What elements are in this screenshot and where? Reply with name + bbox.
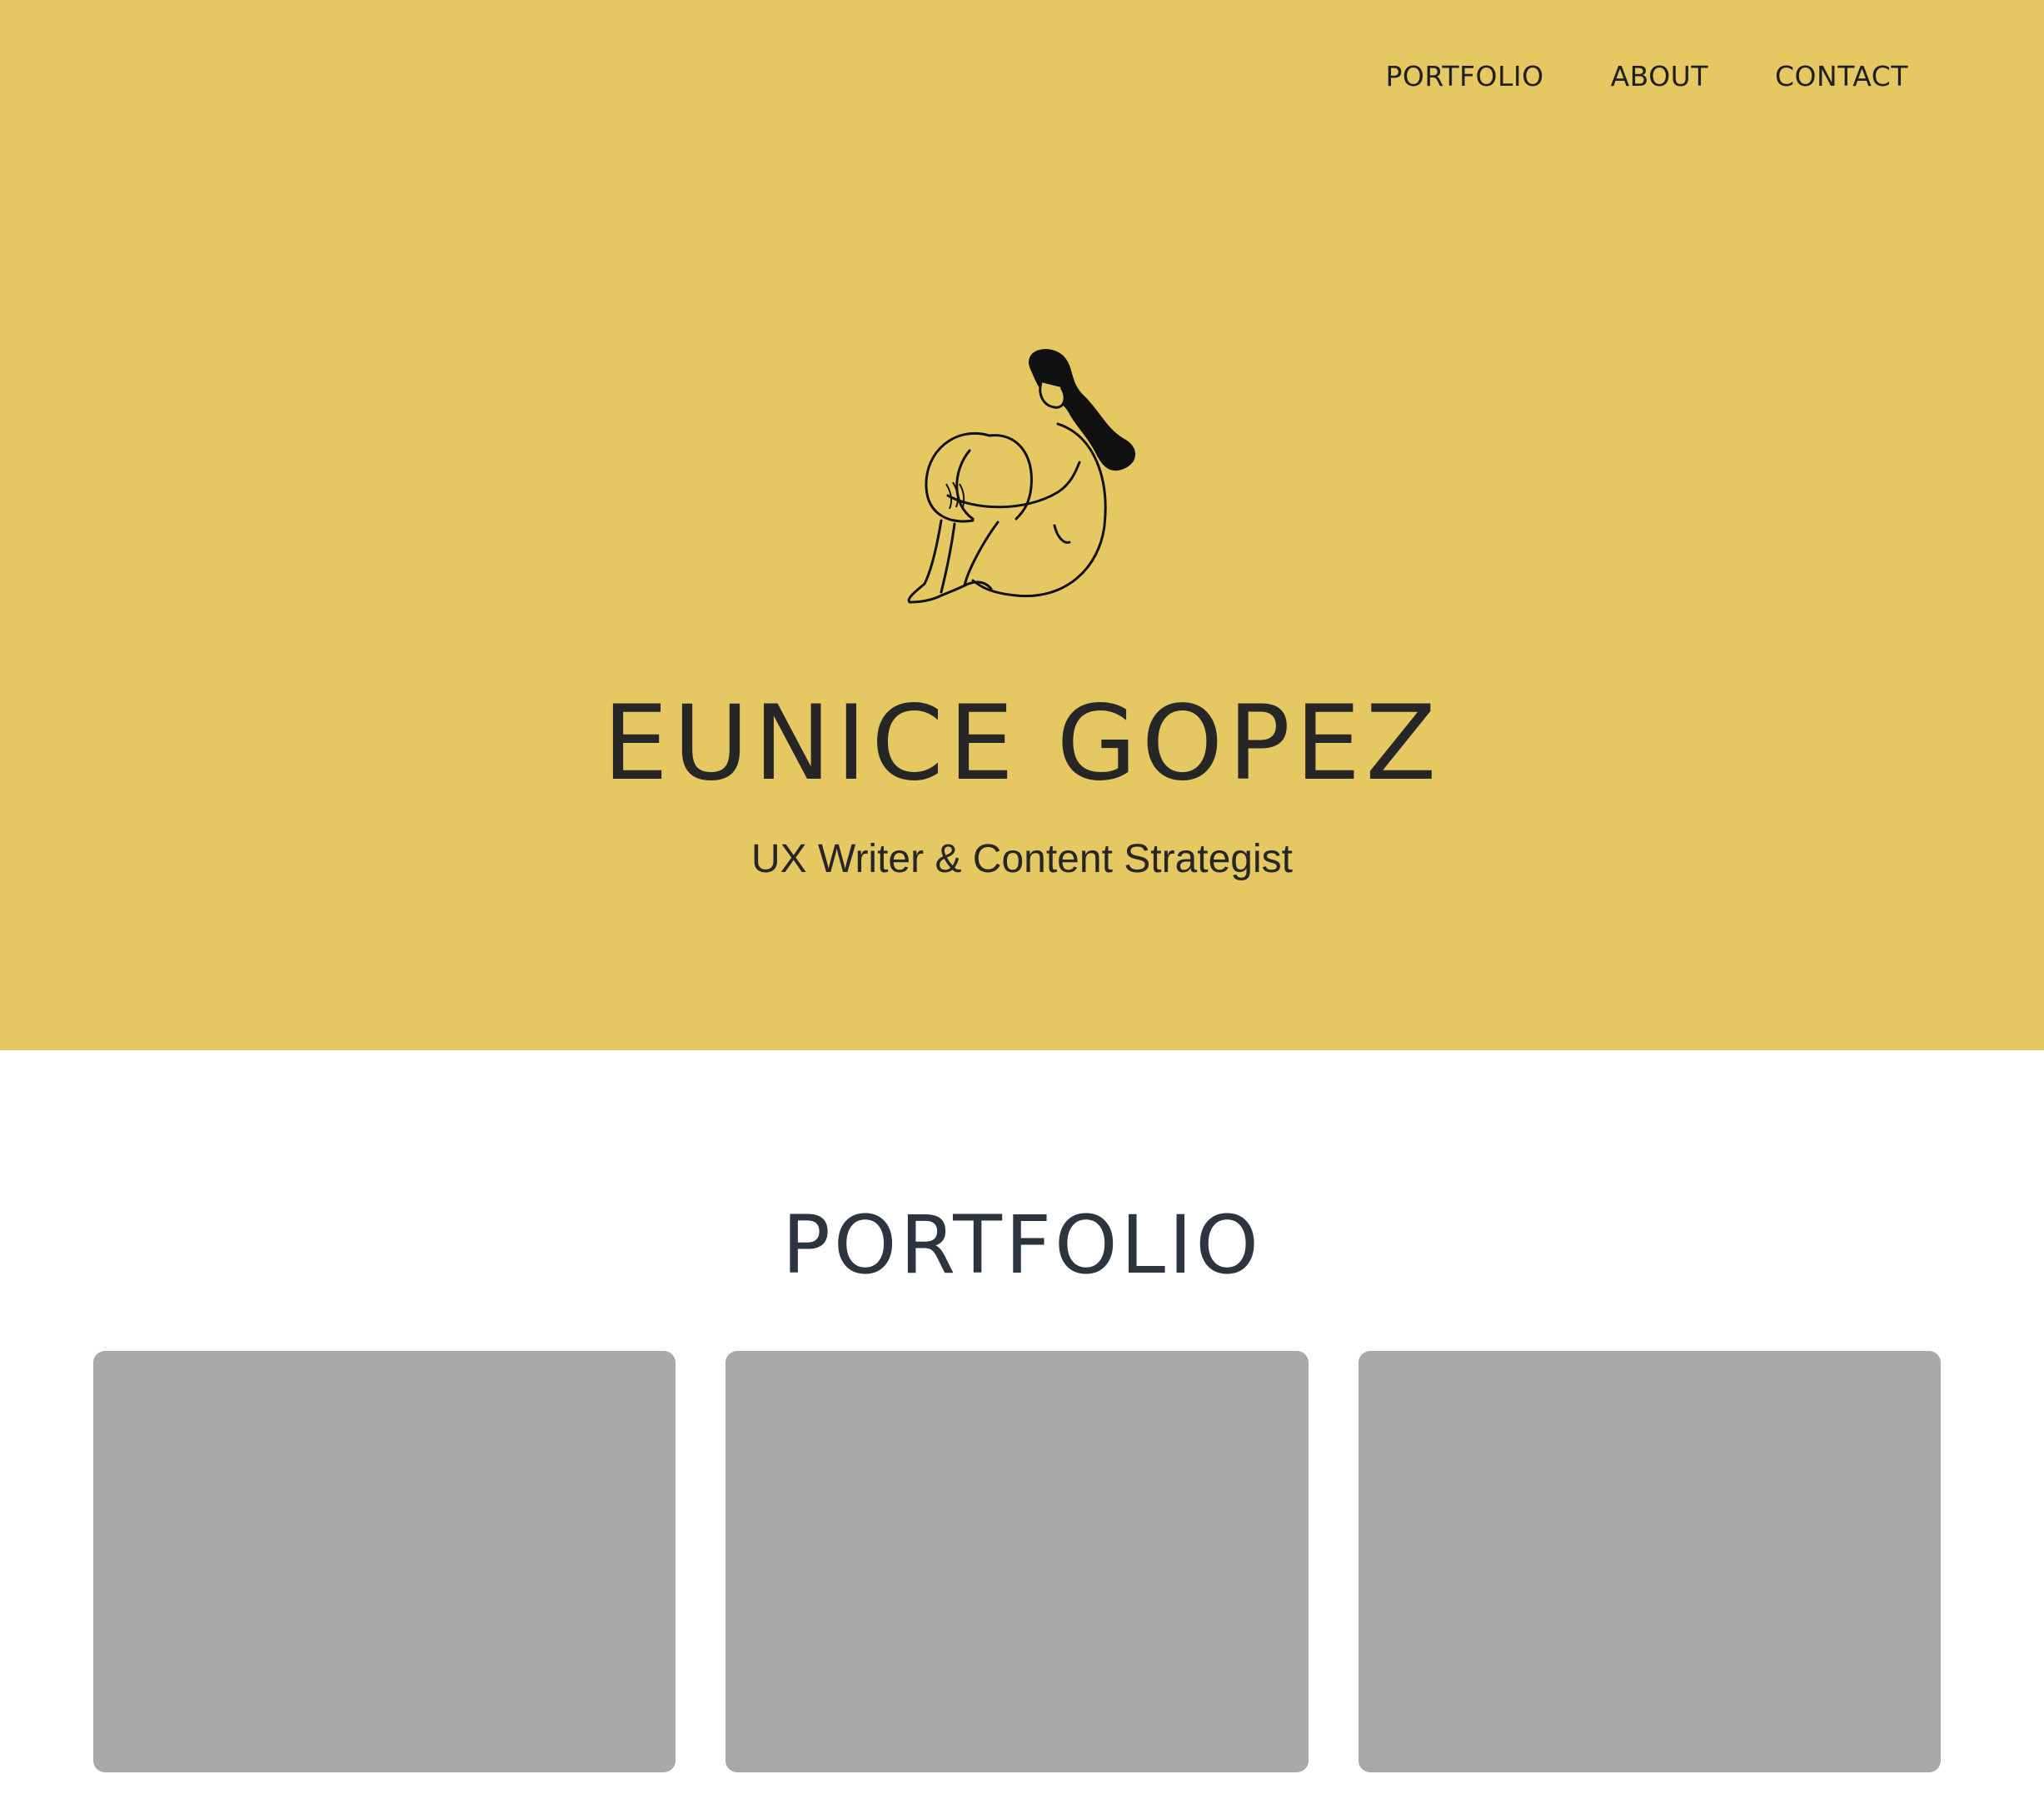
- page: PORTFOLIO ABOUT CONTACT EUNICE GOPEZ UX …: [0, 0, 2044, 1799]
- portfolio-title: PORTFOLIO: [782, 1199, 1262, 1292]
- hero-name: EUNICE GOPEZ: [602, 684, 1442, 804]
- hero-subtitle: UX Writer & Content Strategist: [750, 837, 1293, 881]
- hair-shape: [1029, 349, 1135, 471]
- nav-link-portfolio[interactable]: PORTFOLIO: [1385, 58, 1543, 95]
- arm-outline: [946, 461, 1081, 509]
- woman-sitting-illustration: [907, 349, 1135, 604]
- nav-link-about[interactable]: ABOUT: [1611, 58, 1708, 95]
- portfolio-card-3[interactable]: [1358, 1351, 1941, 1772]
- portfolio-card-2[interactable]: [725, 1351, 1309, 1772]
- top-navigation: PORTFOLIO ABOUT CONTACT: [1385, 58, 1908, 95]
- hero-section: PORTFOLIO ABOUT CONTACT EUNICE GOPEZ UX …: [0, 0, 2044, 1050]
- body-outline: [971, 422, 1107, 598]
- portfolio-grid: [93, 1351, 1941, 1772]
- nav-link-contact[interactable]: CONTACT: [1775, 58, 1908, 95]
- portfolio-card-1[interactable]: [93, 1351, 676, 1772]
